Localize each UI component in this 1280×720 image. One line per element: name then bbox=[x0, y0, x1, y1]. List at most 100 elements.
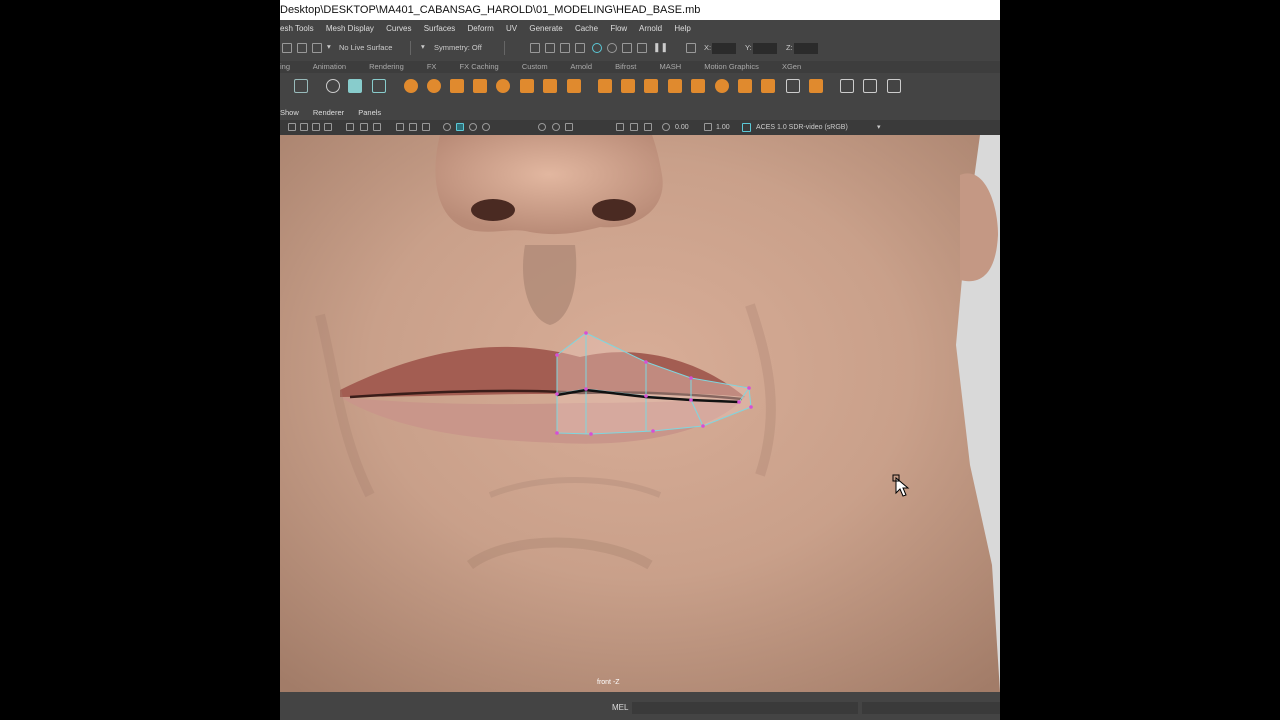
wireframe-on-shaded-icon[interactable] bbox=[422, 123, 430, 131]
snap-curve-icon[interactable] bbox=[545, 43, 555, 53]
smooth-shade-icon[interactable] bbox=[409, 123, 417, 131]
tab-fx[interactable]: FX bbox=[427, 62, 437, 71]
snap-grid-icon[interactable] bbox=[530, 43, 540, 53]
shadows-icon[interactable] bbox=[469, 123, 477, 131]
soften-icon[interactable] bbox=[809, 79, 823, 93]
sculpt-icon[interactable] bbox=[715, 79, 729, 93]
xray-icon[interactable] bbox=[456, 123, 464, 131]
chevron-down-icon[interactable]: ▾ bbox=[327, 42, 331, 51]
quad-draw-icon[interactable] bbox=[887, 79, 901, 93]
wireframe-icon[interactable] bbox=[396, 123, 404, 131]
tab-rigging[interactable]: ing bbox=[280, 62, 290, 71]
panel-menu-panels[interactable]: Panels bbox=[358, 108, 381, 117]
grid-toggle-icon[interactable] bbox=[346, 123, 354, 131]
transform-icon[interactable] bbox=[372, 79, 386, 93]
viewport-front[interactable]: front -Z bbox=[280, 135, 1000, 692]
tab-mash[interactable]: MASH bbox=[659, 62, 681, 71]
tab-custom[interactable]: Custom bbox=[522, 62, 548, 71]
pivot-icon[interactable] bbox=[348, 79, 362, 93]
film-gate-icon[interactable] bbox=[360, 123, 368, 131]
undo-icon[interactable] bbox=[312, 43, 322, 53]
pause-icon[interactable]: ❚❚ bbox=[653, 42, 668, 53]
menu-arnold[interactable]: Arnold bbox=[639, 24, 662, 33]
z-field[interactable] bbox=[794, 43, 818, 54]
menu-cache[interactable]: Cache bbox=[575, 24, 598, 33]
separate-icon[interactable] bbox=[567, 79, 581, 93]
menu-flow[interactable]: Flow bbox=[610, 24, 627, 33]
poly-cube-icon[interactable] bbox=[520, 79, 534, 93]
paint-select-icon[interactable] bbox=[297, 43, 307, 53]
cylinder-icon[interactable] bbox=[473, 79, 487, 93]
tab-bifrost[interactable]: Bifrost bbox=[615, 62, 636, 71]
separator bbox=[504, 41, 505, 55]
panel-menu-show[interactable]: Show bbox=[280, 108, 299, 117]
panel-menu-renderer[interactable]: Renderer bbox=[313, 108, 344, 117]
symmetry-dropdown[interactable]: Symmetry: Off bbox=[434, 43, 482, 52]
bool-icon[interactable] bbox=[668, 79, 682, 93]
sphere-icon[interactable] bbox=[404, 79, 418, 93]
render-settings-icon[interactable] bbox=[622, 43, 632, 53]
command-input[interactable] bbox=[632, 702, 858, 714]
polygon-sphere-icon[interactable] bbox=[496, 79, 510, 93]
mirror-icon[interactable] bbox=[738, 79, 752, 93]
combine-icon[interactable] bbox=[543, 79, 557, 93]
command-language-label[interactable]: MEL bbox=[612, 703, 628, 712]
tab-arnold[interactable]: Arnold bbox=[570, 62, 592, 71]
menu-generate[interactable]: Generate bbox=[529, 24, 562, 33]
render-icon[interactable] bbox=[592, 43, 602, 53]
menu-mesh-tools[interactable]: esh Tools bbox=[280, 24, 314, 33]
uv-icon[interactable] bbox=[786, 79, 800, 93]
x-field[interactable] bbox=[712, 43, 736, 54]
colorspace-dropdown[interactable]: ACES 1.0 SDR-video (sRGB) bbox=[756, 120, 848, 135]
exposure-toggle-icon[interactable] bbox=[630, 123, 638, 131]
anti-alias-icon[interactable] bbox=[565, 123, 573, 131]
exposure-field[interactable]: 0.00 bbox=[675, 120, 689, 135]
tab-fx-caching[interactable]: FX Caching bbox=[460, 62, 499, 71]
menu-deform[interactable]: Deform bbox=[468, 24, 494, 33]
tab-motion-graphics[interactable]: Motion Graphics bbox=[704, 62, 759, 71]
bevel-icon[interactable] bbox=[644, 79, 658, 93]
display-icon[interactable] bbox=[538, 123, 546, 131]
live-surface-field[interactable]: No Live Surface bbox=[339, 43, 392, 52]
tab-xgen[interactable]: XGen bbox=[782, 62, 801, 71]
separator bbox=[410, 41, 411, 55]
menu-mesh-display[interactable]: Mesh Display bbox=[326, 24, 374, 33]
planar-icon[interactable] bbox=[761, 79, 775, 93]
ipr-render-icon[interactable] bbox=[607, 43, 617, 53]
camera-icon[interactable] bbox=[288, 123, 296, 131]
select-camera-icon[interactable] bbox=[300, 123, 308, 131]
menu-uv[interactable]: UV bbox=[506, 24, 517, 33]
resolution-gate-icon[interactable] bbox=[373, 123, 381, 131]
color-management-icon[interactable] bbox=[742, 123, 751, 132]
transform-constraint-icon[interactable] bbox=[686, 43, 696, 53]
ambient-occlusion-icon[interactable] bbox=[482, 123, 490, 131]
chevron-down-icon[interactable]: ▾ bbox=[877, 120, 881, 135]
snap-point-icon[interactable] bbox=[560, 43, 570, 53]
menu-curves[interactable]: Curves bbox=[386, 24, 411, 33]
y-field[interactable] bbox=[753, 43, 777, 54]
torus-icon[interactable] bbox=[427, 79, 441, 93]
motion-blur-icon[interactable] bbox=[552, 123, 560, 131]
edge-loop-icon[interactable] bbox=[863, 79, 877, 93]
menu-surfaces[interactable]: Surfaces bbox=[424, 24, 456, 33]
smooth-icon[interactable] bbox=[691, 79, 705, 93]
gamma-toggle-icon[interactable] bbox=[616, 123, 624, 131]
multi-cut-icon[interactable] bbox=[840, 79, 854, 93]
tab-rendering[interactable]: Rendering bbox=[369, 62, 404, 71]
lasso-select-icon[interactable] bbox=[282, 43, 292, 53]
menu-help[interactable]: Help bbox=[674, 24, 690, 33]
gamma-field[interactable]: 1.00 bbox=[716, 120, 730, 135]
snap-view-icon[interactable] bbox=[575, 43, 585, 53]
tab-animation[interactable]: Animation bbox=[313, 62, 346, 71]
extrude-icon[interactable] bbox=[598, 79, 612, 93]
hypershade-icon[interactable] bbox=[637, 43, 647, 53]
chevron-down-icon[interactable]: ▾ bbox=[421, 42, 425, 51]
target-icon[interactable] bbox=[326, 79, 340, 93]
cube-icon[interactable] bbox=[450, 79, 464, 93]
isolate-select-icon[interactable] bbox=[443, 123, 451, 131]
lock-camera-icon[interactable] bbox=[312, 123, 320, 131]
bridge-icon[interactable] bbox=[621, 79, 635, 93]
grid-icon[interactable] bbox=[294, 79, 308, 93]
bookmark-icon[interactable] bbox=[324, 123, 332, 131]
viewport-settings-icon[interactable] bbox=[644, 123, 652, 131]
